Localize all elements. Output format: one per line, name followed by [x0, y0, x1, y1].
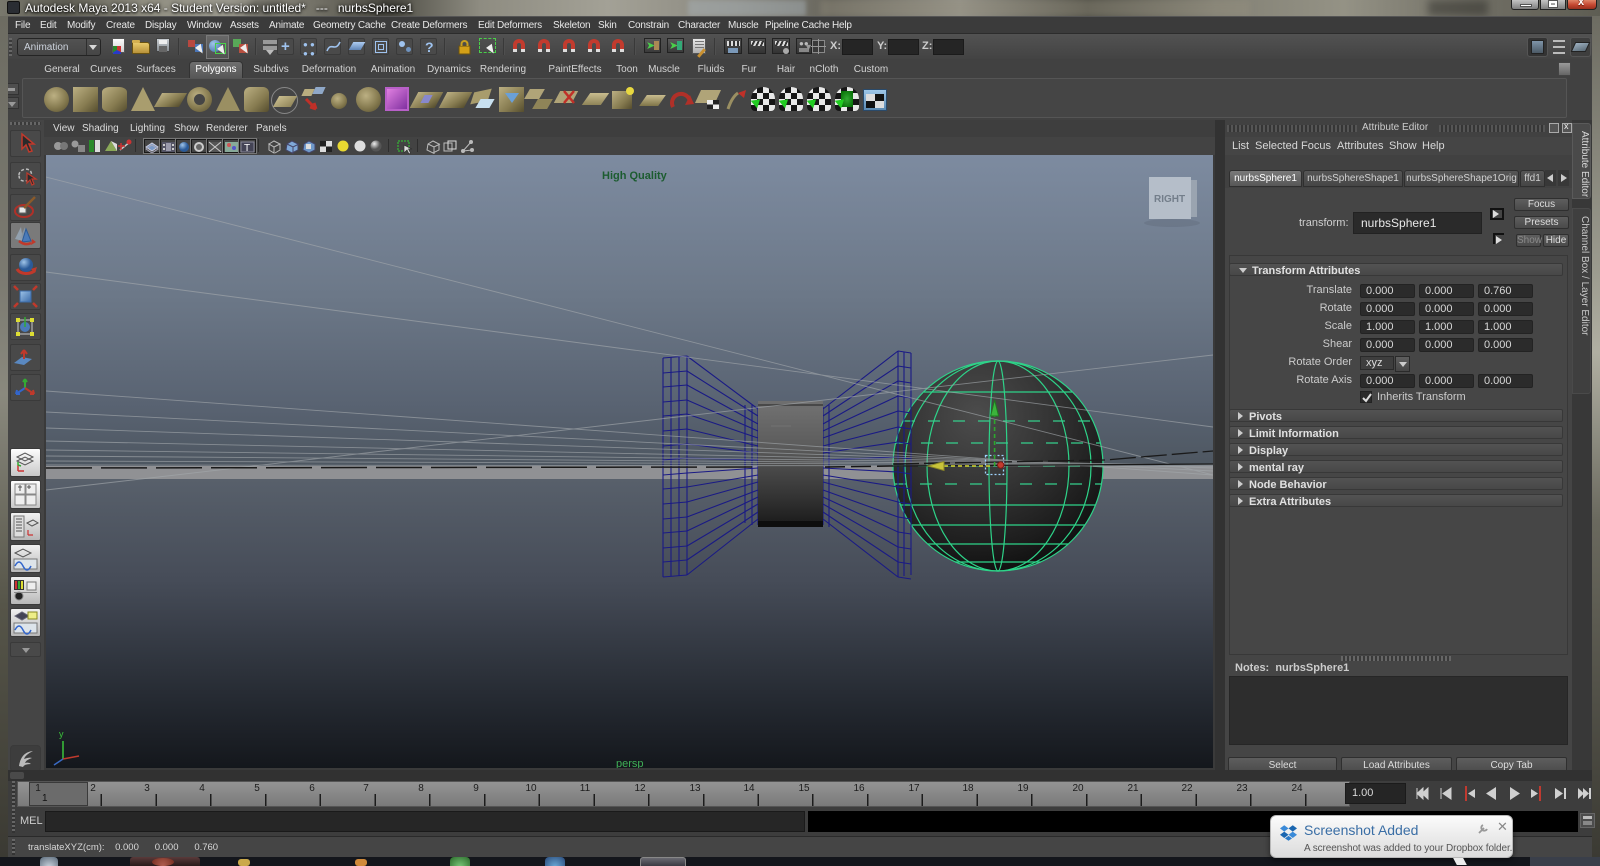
svg-text:y: y: [59, 729, 64, 739]
svg-text:RIGHT: RIGHT: [1154, 194, 1185, 205]
svg-text:persp: persp: [616, 758, 644, 768]
svg-text:T: T: [244, 143, 250, 153]
svg-text:High Quality: High Quality: [602, 170, 668, 182]
